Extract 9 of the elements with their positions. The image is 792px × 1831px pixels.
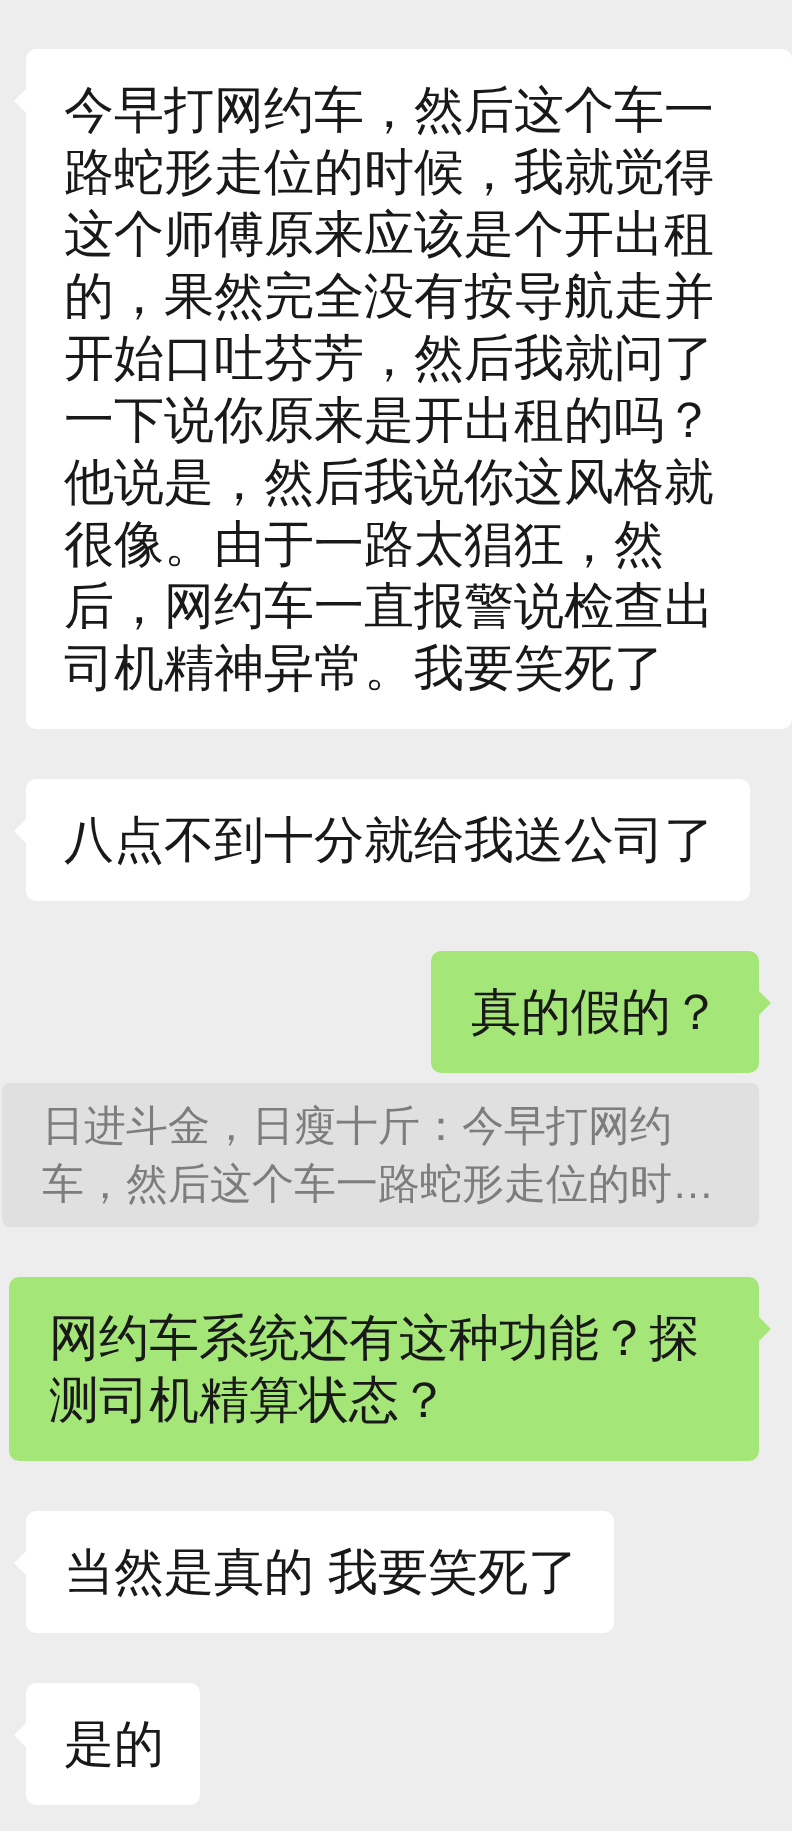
- message-bubble: 当然是真的 我要笑死了: [26, 1511, 614, 1633]
- message-bubble: 网约车系统还有这种功能？探测司机精算状态？: [9, 1277, 759, 1461]
- message-bubble: 真的假的？: [431, 951, 759, 1073]
- bubble-tail-icon: [759, 991, 771, 1015]
- message-bubble: 是的: [26, 1683, 200, 1805]
- message-bubble: 八点不到十分就给我送公司了: [26, 779, 750, 901]
- message-bubble: 今早打网约车，然后这个车一路蛇形走位的时候，我就觉得这个师傅原来应该是个开出租的，果然完全没有按导航走并开始口吐芬芳，然后我就问了一下说你原来是开出租的吗？他说是，然后我说你这风格就很像。由于一路太猖狂，然后，网约车一直报警说检查出司机精神异常。我要笑死了: [26, 49, 792, 729]
- bubble-tail-icon: [759, 1317, 771, 1341]
- quoted-message: 日进斗金，日瘦十斤：今早打网约车，然后这个车一路蛇形走位的时…: [2, 1083, 759, 1227]
